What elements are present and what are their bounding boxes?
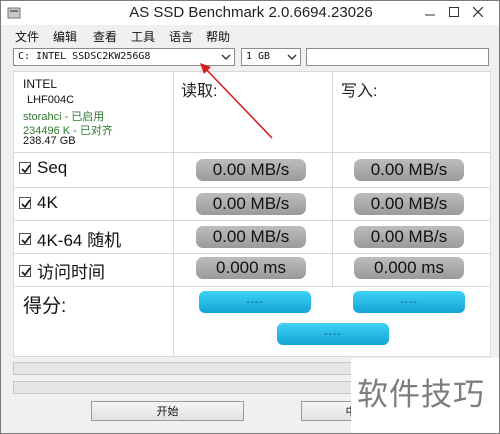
menu-help[interactable]: 帮助 — [206, 28, 230, 45]
test-label-4k: 4K — [37, 193, 58, 212]
test-row-4k64[interactable]: 4K-64 随机 — [19, 226, 121, 251]
test-row-seq[interactable]: Seq — [19, 158, 67, 178]
test-label-4k64: 4K-64 随机 — [37, 231, 122, 250]
minimize-icon[interactable] — [419, 3, 441, 21]
maximize-icon[interactable] — [443, 3, 465, 21]
test-label-seq: Seq — [37, 158, 68, 177]
check-icon — [21, 164, 31, 174]
annotation-arrow-icon — [200, 63, 273, 139]
4k-write-result: 0.00 MB/s — [354, 193, 464, 215]
watermark-text: 软件技巧 — [357, 377, 485, 413]
divider — [13, 253, 491, 254]
title-bar: AS SSD Benchmark 2.0.6694.23026 — [1, 1, 499, 25]
start-button[interactable]: 开始 — [91, 401, 244, 421]
extra-input[interactable] — [306, 48, 489, 66]
menu-edit[interactable]: 编辑 — [53, 28, 77, 45]
access-read-result: 0.000 ms — [196, 257, 306, 279]
drive-firmware: LHF004C — [27, 94, 75, 106]
access-write-result: 0.000 ms — [354, 257, 464, 279]
seq-read-result: 0.00 MB/s — [196, 159, 306, 181]
4k64-write-result: 0.00 MB/s — [354, 226, 464, 248]
divider — [13, 187, 491, 188]
divider — [13, 220, 491, 221]
read-score: ---- — [199, 291, 311, 313]
menu-view[interactable]: 查看 — [93, 28, 117, 45]
4k64-read-result: 0.00 MB/s — [196, 226, 306, 248]
test-label-access-time: 访问时间 — [37, 263, 105, 282]
access-time-checkbox[interactable] — [19, 264, 31, 277]
4k-read-result: 0.00 MB/s — [196, 193, 306, 215]
divider — [173, 286, 174, 357]
menu-bar: 文件 编辑 查看 工具 语言 帮助 — [1, 25, 499, 45]
drive-vendor: INTEL — [23, 77, 58, 91]
check-icon — [21, 267, 31, 276]
menu-tools[interactable]: 工具 — [131, 28, 155, 45]
4k-checkbox[interactable] — [19, 197, 31, 209]
seq-write-result: 0.00 MB/s — [354, 159, 464, 181]
seq-checkbox[interactable] — [19, 162, 31, 174]
write-score: ---- — [353, 291, 465, 313]
write-column-header: 写入: — [341, 83, 378, 100]
divider — [13, 152, 491, 153]
test-row-4k[interactable]: 4K — [19, 193, 58, 213]
score-label: 得分: — [23, 296, 67, 317]
total-score: ---- — [277, 323, 389, 345]
check-icon — [21, 199, 31, 209]
drive-capacity: 238.47 GB — [23, 135, 76, 147]
check-icon — [21, 235, 31, 244]
close-icon[interactable] — [467, 3, 489, 21]
test-row-access-time[interactable]: 访问时间 — [19, 258, 105, 283]
4k64-checkbox[interactable] — [19, 232, 31, 245]
divider — [332, 71, 333, 289]
divider — [173, 71, 174, 289]
chevron-down-icon — [287, 54, 297, 60]
menu-file[interactable]: 文件 — [15, 28, 39, 45]
app-window: AS SSD Benchmark 2.0.6694.23026 文件 编辑 查看… — [0, 0, 500, 434]
drive-select-value: C: INTEL SSDSC2KW256G8 — [18, 51, 151, 62]
menu-language[interactable]: 语言 — [169, 28, 193, 45]
